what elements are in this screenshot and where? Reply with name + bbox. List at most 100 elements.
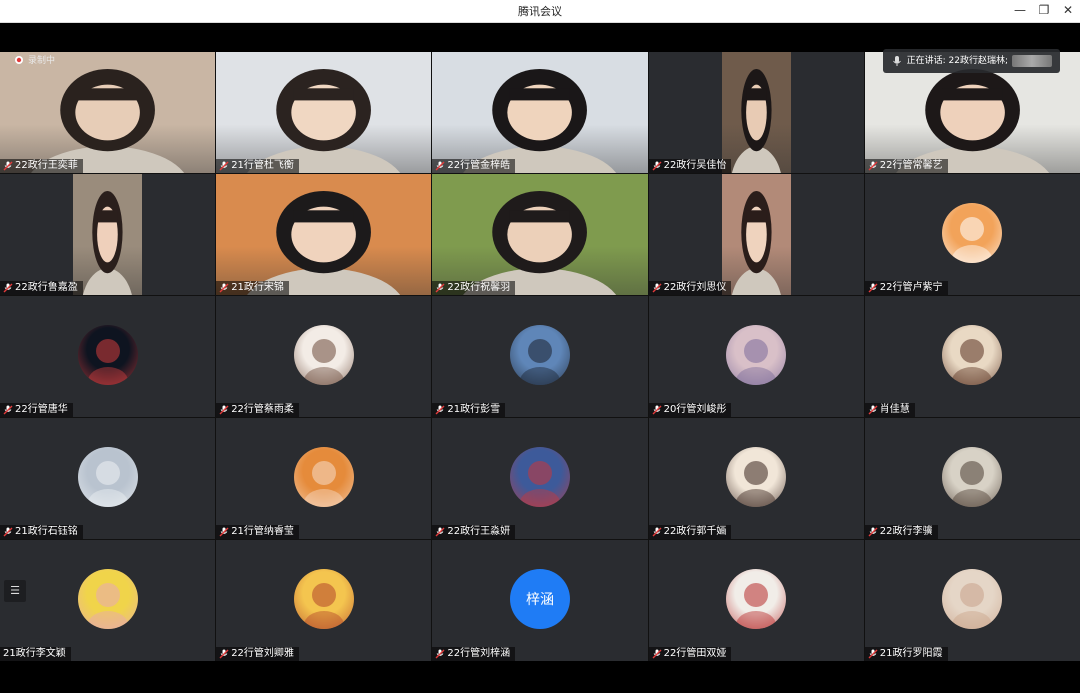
participant-video <box>721 174 791 295</box>
participant-tile[interactable]: 20行管刘峻彤 <box>648 296 864 417</box>
participant-name: 21政行石钰铭 <box>0 525 83 539</box>
participant-tile[interactable]: 21行管杜飞衡 <box>216 52 432 173</box>
person-figure <box>247 190 401 295</box>
participant-tile[interactable]: 肖佳慧 <box>864 296 1080 417</box>
participant-name: 22政行王淼妍 <box>432 525 516 539</box>
participant-video <box>216 174 432 295</box>
participant-tile[interactable]: 22行管卢紫宁 <box>864 174 1080 295</box>
participant-tile[interactable]: 22政行郭千婳 <box>648 418 864 539</box>
participant-tile[interactable]: 22政行祝馨羽 <box>432 174 648 295</box>
participant-name-label: 22政行刘思仪 <box>663 282 727 293</box>
mic-icon <box>435 283 445 293</box>
participant-name: 22行管卢紫宁 <box>864 281 948 295</box>
plush-doll-avatar <box>293 568 354 629</box>
mic-icon <box>219 405 229 415</box>
mic-icon <box>435 527 445 537</box>
participant-grid: 22政行王奕菲 21行管杜飞衡 22行管金梓皓 22政行吴佳怡 22行管常馨艺 … <box>0 52 1080 661</box>
title-bar: 腾讯会议 — ❐ ✕ <box>0 0 1080 23</box>
participant-tile[interactable]: 22行管蔡雨柔 <box>216 296 432 417</box>
participant-tile[interactable]: 21政行彭雪 <box>432 296 648 417</box>
participant-tile[interactable]: 22政行王淼妍 <box>432 418 648 539</box>
participant-tile[interactable]: 21政行石钰铭 <box>0 418 216 539</box>
mic-icon <box>219 649 229 659</box>
participant-tile[interactable]: 22行管刘卿雅 <box>216 540 432 661</box>
participant-tile[interactable]: 梓涵 22行管刘梓涵 <box>432 540 648 661</box>
participant-name-label: 22政行李骥 <box>879 526 933 537</box>
mic-icon <box>868 161 878 171</box>
person-figure <box>463 68 617 173</box>
participant-tile[interactable]: 22政行李骥 <box>864 418 1080 539</box>
participant-name-label: 22行管刘卿雅 <box>231 648 294 659</box>
participant-name: 22政行鲁嘉盈 <box>0 281 83 295</box>
participant-name-label: 22政行郭千婳 <box>663 526 727 537</box>
mic-icon <box>219 283 229 293</box>
mic-icon <box>3 283 13 293</box>
costume-girl-avatar <box>509 446 570 507</box>
participant-name: 肖佳慧 <box>864 403 915 417</box>
participant-name: 21行管杜飞衡 <box>216 159 299 173</box>
speaking-label: 正在讲话: 22政行赵瑞林; <box>906 56 1008 66</box>
participant-name-label: 21政行彭雪 <box>447 404 501 415</box>
avatar-initials: 梓涵 <box>525 591 554 608</box>
puppy-avatar <box>942 202 1003 263</box>
sketch-boy-avatar <box>942 446 1003 507</box>
participant-name-label: 22行管刘梓涵 <box>447 648 511 659</box>
mic-icon <box>3 161 13 171</box>
participant-name-label: 20行管刘峻彤 <box>663 404 727 415</box>
participant-name: 22行管常馨艺 <box>864 159 948 173</box>
mic-icon <box>652 405 662 415</box>
cloud-avatar <box>77 446 138 507</box>
participant-video <box>0 52 216 173</box>
participant-name-label: 22政行王淼妍 <box>447 526 511 537</box>
restore-button[interactable]: ❐ <box>1032 2 1056 19</box>
hanfu-girl-avatar <box>726 568 787 629</box>
participant-name: 22行管唐华 <box>0 403 73 417</box>
record-icon <box>15 55 23 64</box>
participant-tile[interactable]: 22行管金梓皓 <box>432 52 648 173</box>
mic-icon <box>652 161 662 171</box>
participant-tile[interactable]: 22政行王奕菲 <box>0 52 216 173</box>
participant-tile[interactable]: 22政行刘思仪 <box>648 174 864 295</box>
close-button[interactable]: ✕ <box>1056 2 1080 19</box>
participant-name: 22行管田双娅 <box>648 647 732 661</box>
participant-name: 22政行李骥 <box>864 525 938 539</box>
sky-silhouette-avatar <box>509 324 570 385</box>
mic-icon <box>3 405 13 415</box>
participant-name: 22政行郭千婳 <box>648 525 732 539</box>
participant-name-label: 21行管纳睿莹 <box>231 526 294 537</box>
window-title: 腾讯会议 <box>518 5 562 18</box>
participant-name-label: 22政行祝馨羽 <box>447 282 511 293</box>
participant-tile[interactable]: 22政行鲁嘉盈 <box>0 174 216 295</box>
tiger-hat-avatar <box>293 446 354 507</box>
participant-name: 21政行李文颖 <box>0 647 71 661</box>
participant-list-icon[interactable]: ☰ <box>4 580 26 602</box>
minimize-button[interactable]: — <box>1008 2 1032 19</box>
participant-name-label: 21政行石钰铭 <box>15 526 78 537</box>
participant-name-label: 22行管金梓皓 <box>447 160 511 171</box>
participant-tile[interactable]: 21政行李文颖 <box>0 540 216 661</box>
participant-name: 22行管金梓皓 <box>432 159 516 173</box>
participant-tile[interactable]: 21政行宋锦 <box>216 174 432 295</box>
initials-avatar: 梓涵 <box>509 568 570 629</box>
participant-tile[interactable]: 22行管唐华 <box>0 296 216 417</box>
mic-icon <box>868 527 878 537</box>
participant-name: 21政行宋锦 <box>216 281 289 295</box>
participant-name-label: 22行管田双娅 <box>663 648 727 659</box>
participant-name: 22行管蔡雨柔 <box>216 403 299 417</box>
participant-name-label: 21政行罗阳霞 <box>879 648 943 659</box>
participant-name-label: 22政行吴佳怡 <box>663 160 727 171</box>
participant-name-label: 21行管杜飞衡 <box>231 160 294 171</box>
participant-name: 22政行王奕菲 <box>0 159 83 173</box>
anime-girl-avatar <box>293 324 354 385</box>
person-figure <box>247 68 401 173</box>
participant-tile[interactable]: 22政行吴佳怡 <box>648 52 864 173</box>
participant-name-label: 22政行王奕菲 <box>15 160 78 171</box>
photo-girl-avatar <box>942 568 1003 629</box>
participant-name: 20行管刘峻彤 <box>648 403 732 417</box>
participant-tile[interactable]: 21政行罗阳霞 <box>864 540 1080 661</box>
participant-name-label: 21政行宋锦 <box>231 282 284 293</box>
participant-tile[interactable]: 22行管田双娅 <box>648 540 864 661</box>
participant-tile[interactable]: 21行管纳睿莹 <box>216 418 432 539</box>
mic-icon <box>868 405 878 415</box>
person-figure <box>731 68 781 173</box>
